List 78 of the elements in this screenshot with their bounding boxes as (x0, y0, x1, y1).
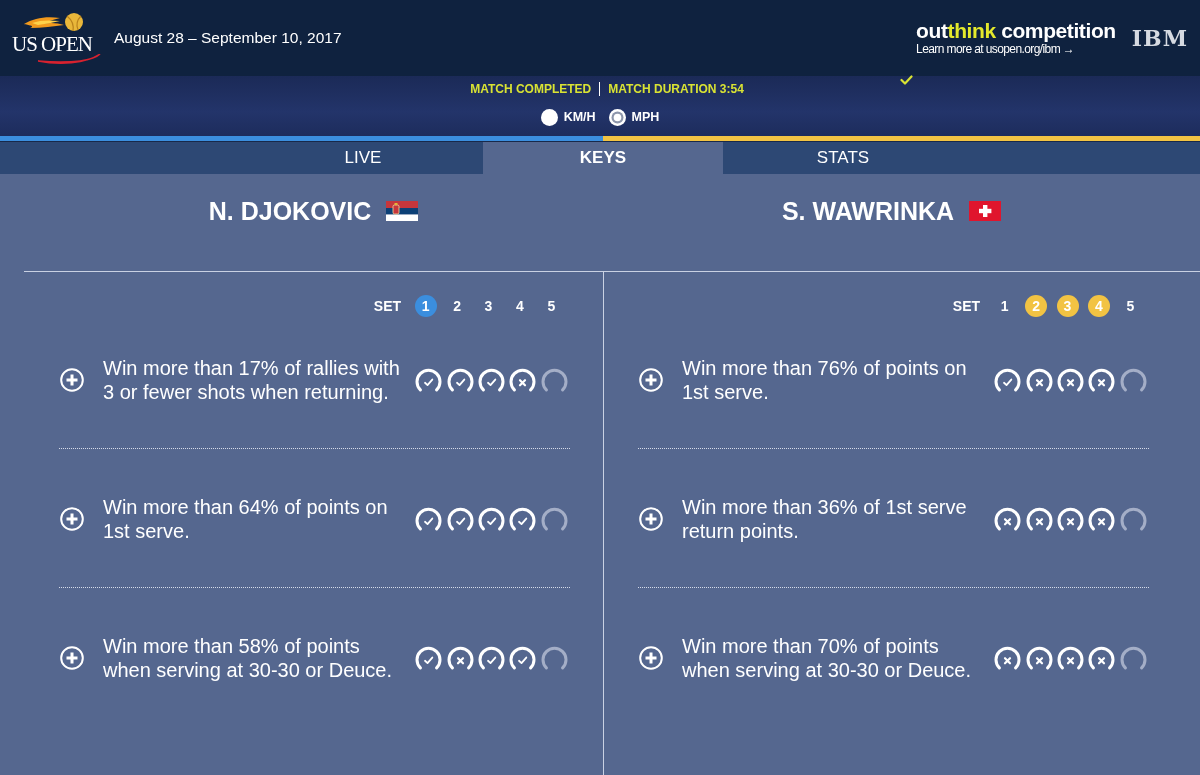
cross-gauge-icon (1025, 368, 1053, 392)
plus-circle-icon (60, 646, 84, 670)
swoosh-icon (38, 54, 102, 64)
promo-title: outthink competition (916, 20, 1116, 42)
key-description: Win more than 70% of points when serving at 30-30 or Deuce. (682, 634, 973, 682)
player-name: S. WAWRINKA (781, 196, 955, 226)
check-icon (900, 75, 913, 85)
check-gauge-icon (415, 507, 443, 531)
plus-circle-icon (639, 507, 663, 531)
set-number[interactable]: 4 (508, 295, 531, 317)
promo-link[interactable]: Learn more at usopen.org/ibm → (916, 42, 1075, 56)
key-description: Win more than 58% of points when serving at 30-30 or Deuce. (103, 634, 394, 682)
match-duration: MATCH DURATION 3:54 (599, 82, 744, 96)
expand-button[interactable] (60, 507, 84, 531)
set-number[interactable]: 1 (993, 295, 1016, 317)
set-number[interactable]: 5 (540, 295, 563, 317)
tab[interactable]: STATS (723, 142, 963, 174)
set-label: SET (952, 297, 981, 316)
cross-gauge-icon (994, 646, 1022, 670)
match-status: MATCH COMPLETED (470, 82, 592, 96)
check-gauge-icon (509, 646, 537, 670)
radio-icon[interactable] (540, 108, 558, 126)
expand-button[interactable] (639, 507, 663, 531)
set-number[interactable]: 5 (1119, 295, 1142, 317)
plus-circle-icon (60, 368, 84, 392)
expand-button[interactable] (60, 646, 84, 670)
empty-gauge-icon (1119, 368, 1147, 392)
expand-button[interactable] (60, 368, 84, 392)
empty-gauge-icon (540, 507, 568, 531)
expand-button[interactable] (639, 646, 663, 670)
check-gauge-icon (415, 368, 443, 392)
check-gauge-icon (478, 646, 505, 670)
cross-gauge-icon (1088, 507, 1116, 531)
check-gauge-icon (446, 507, 474, 531)
cross-gauge-icon (1025, 646, 1053, 670)
unit-option[interactable]: MPH (608, 108, 660, 126)
check-gauge-icon (994, 368, 1022, 392)
key-description: Win more than 76% of points on 1st serve. (682, 356, 968, 404)
serbian-flag-icon (386, 201, 419, 221)
empty-gauge-icon (540, 646, 568, 670)
cross-gauge-icon (1025, 507, 1053, 531)
expand-button[interactable] (639, 368, 663, 392)
set-number[interactable]: 3 (477, 295, 500, 317)
check-gauge-icon (509, 507, 537, 531)
key-description: Win more than 17% of rallies with 3 or fewer shots when returning. (103, 356, 401, 404)
flaming-ball-icon (24, 12, 86, 34)
cross-gauge-icon (1057, 646, 1084, 670)
set-number[interactable]: 2 (446, 295, 469, 317)
key-description: Win more than 64% of points on 1st serve. (103, 495, 389, 543)
tab[interactable]: KEYS (483, 142, 723, 174)
cross-gauge-icon (509, 368, 537, 392)
cross-gauge-icon (1088, 646, 1116, 670)
cross-gauge-icon (994, 507, 1022, 531)
sponsor-logo: IBM (1131, 27, 1188, 49)
cross-gauge-icon (1057, 507, 1084, 531)
plus-circle-icon (60, 507, 84, 531)
check-gauge-icon (415, 646, 443, 670)
set-label: SET (373, 297, 402, 316)
swiss-flag-icon (969, 201, 1002, 221)
empty-gauge-icon (540, 368, 568, 392)
tournament-dates: August 28 – September 10, 2017 (114, 29, 342, 47)
player-name: N. DJOKOVIC (208, 196, 372, 226)
cross-gauge-icon (446, 646, 474, 670)
tab[interactable]: LIVE (243, 142, 483, 174)
set-number[interactable]: 1 (414, 295, 437, 317)
empty-gauge-icon (1119, 646, 1147, 670)
plus-circle-icon (639, 646, 663, 670)
check-gauge-icon (478, 368, 505, 392)
logo-wordmark: US OPEN (12, 34, 92, 54)
radio-icon[interactable] (608, 108, 626, 126)
check-gauge-icon (478, 507, 505, 531)
cross-gauge-icon (1057, 368, 1084, 392)
empty-gauge-icon (1119, 507, 1147, 531)
check-gauge-icon (446, 368, 474, 392)
plus-circle-icon (639, 368, 663, 392)
key-description: Win more than 36% of 1st serve return points. (682, 495, 968, 543)
cross-gauge-icon (1088, 368, 1116, 392)
unit-option[interactable]: KM/H (540, 108, 596, 126)
